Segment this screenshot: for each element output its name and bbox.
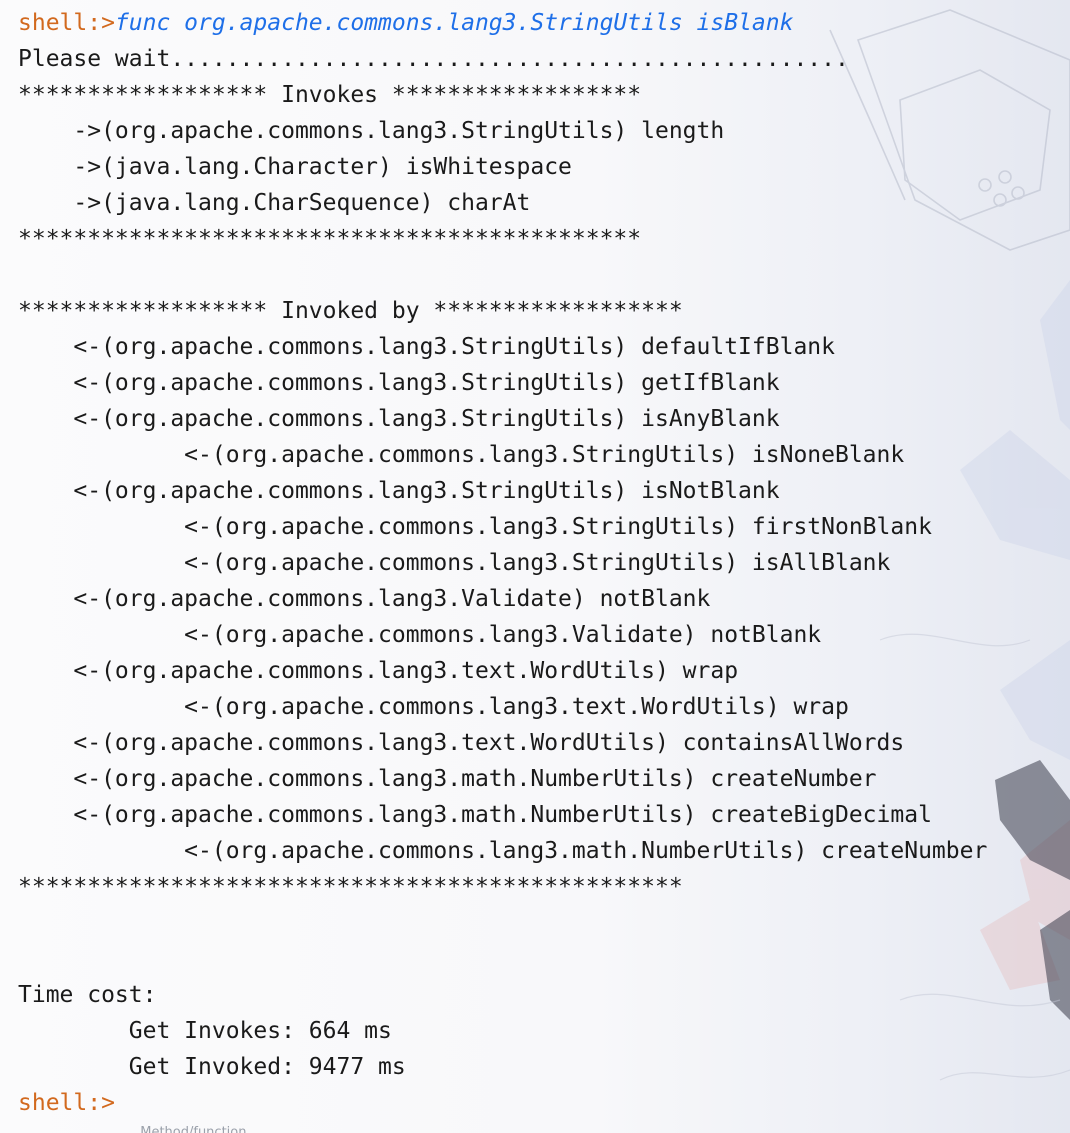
- output-line: ****************** Invokes *************…: [18, 77, 987, 113]
- output-line: <-(org.apache.commons.lang3.StringUtils)…: [18, 473, 987, 509]
- line-text: ****************************************…: [18, 226, 642, 252]
- line-text: <-(org.apache.commons.lang3.math.NumberU…: [73, 802, 932, 828]
- output-line: ->(java.lang.Character) isWhitespace: [18, 149, 987, 185]
- line-text: Time cost:: [18, 982, 157, 1008]
- output-line: <-(org.apache.commons.lang3.text.WordUti…: [18, 725, 987, 761]
- line-text: <-(org.apache.commons.lang3.text.WordUti…: [73, 730, 905, 756]
- prompt-line[interactable]: shell:>: [18, 1085, 987, 1121]
- output-line: <-(org.apache.commons.lang3.StringUtils)…: [18, 329, 987, 365]
- output-line: [18, 941, 987, 977]
- output-line: <-(org.apache.commons.lang3.Validate) no…: [18, 581, 987, 617]
- line-text: ****************** Invoked by **********…: [18, 298, 683, 324]
- output-line: Get Invokes: 664 ms: [18, 1013, 987, 1049]
- shell-prompt: shell:>: [18, 1090, 115, 1116]
- line-text: <-(org.apache.commons.lang3.text.WordUti…: [73, 658, 739, 684]
- output-line: Time cost:: [18, 977, 987, 1013]
- line-text: Get Invoked: 9477 ms: [128, 1054, 406, 1080]
- line-text: ****************************************…: [18, 874, 683, 900]
- prompt-line: shell:>func org.apache.commons.lang3.Str…: [18, 5, 987, 41]
- output-line: ****************** Invoked by **********…: [18, 293, 987, 329]
- output-line: <-(org.apache.commons.lang3.math.NumberU…: [18, 761, 987, 797]
- line-text: <-(org.apache.commons.lang3.math.NumberU…: [73, 766, 877, 792]
- line-text: ****************** Invokes *************…: [18, 82, 642, 108]
- line-text: <-(org.apache.commons.lang3.Validate) no…: [73, 586, 711, 612]
- output-line: Get Invoked: 9477 ms: [18, 1049, 987, 1085]
- terminal-output: shell:>func org.apache.commons.lang3.Str…: [18, 5, 987, 1121]
- line-text: <-(org.apache.commons.lang3.StringUtils)…: [184, 514, 932, 540]
- output-line: <-(org.apache.commons.lang3.StringUtils)…: [18, 437, 987, 473]
- line-text: ->(java.lang.CharSequence) charAt: [73, 190, 531, 216]
- output-line: [18, 905, 987, 941]
- line-text: <-(org.apache.commons.lang3.StringUtils)…: [73, 370, 780, 396]
- output-line: <-(org.apache.commons.lang3.Validate) no…: [18, 617, 987, 653]
- line-text: <-(org.apache.commons.lang3.StringUtils)…: [73, 334, 835, 360]
- output-line: <-(org.apache.commons.lang3.text.WordUti…: [18, 689, 987, 725]
- command-text: func org.apache.commons.lang3.StringUtil…: [114, 10, 794, 36]
- output-line: <-(org.apache.commons.lang3.StringUtils)…: [18, 401, 987, 437]
- line-text: <-(org.apache.commons.lang3.StringUtils)…: [73, 406, 780, 432]
- output-line: <-(org.apache.commons.lang3.StringUtils)…: [18, 509, 987, 545]
- output-line: <-(org.apache.commons.lang3.math.NumberU…: [18, 833, 987, 869]
- output-line: ****************************************…: [18, 869, 987, 905]
- line-text: Please wait.............................…: [18, 46, 849, 72]
- output-line: <-(org.apache.commons.lang3.text.WordUti…: [18, 653, 987, 689]
- line-text: ->(java.lang.Character) isWhitespace: [73, 154, 572, 180]
- output-line: [18, 257, 987, 293]
- status-strip: ... ... ... ... ... ... ... ... Method/f…: [8, 1125, 247, 1133]
- output-line: ****************************************…: [18, 221, 987, 257]
- line-text: Get Invokes: 664 ms: [128, 1018, 392, 1044]
- line-text: <-(org.apache.commons.lang3.text.WordUti…: [184, 694, 849, 720]
- line-text: <-(org.apache.commons.lang3.math.NumberU…: [184, 838, 988, 864]
- terminal-window[interactable]: shell:>func org.apache.commons.lang3.Str…: [0, 0, 1070, 1133]
- output-line: <-(org.apache.commons.lang3.math.NumberU…: [18, 797, 987, 833]
- output-line: <-(org.apache.commons.lang3.StringUtils)…: [18, 545, 987, 581]
- output-line: <-(org.apache.commons.lang3.StringUtils)…: [18, 365, 987, 401]
- output-line: Please wait.............................…: [18, 41, 987, 77]
- shell-prompt: shell:>: [18, 10, 115, 36]
- line-text: <-(org.apache.commons.lang3.StringUtils)…: [73, 478, 780, 504]
- line-text: ->(org.apache.commons.lang3.StringUtils)…: [73, 118, 725, 144]
- line-text: <-(org.apache.commons.lang3.StringUtils)…: [184, 442, 905, 468]
- line-text: <-(org.apache.commons.lang3.Validate) no…: [184, 622, 822, 648]
- line-text: <-(org.apache.commons.lang3.StringUtils)…: [184, 550, 891, 576]
- output-line: ->(java.lang.CharSequence) charAt: [18, 185, 987, 221]
- output-line: ->(org.apache.commons.lang3.StringUtils)…: [18, 113, 987, 149]
